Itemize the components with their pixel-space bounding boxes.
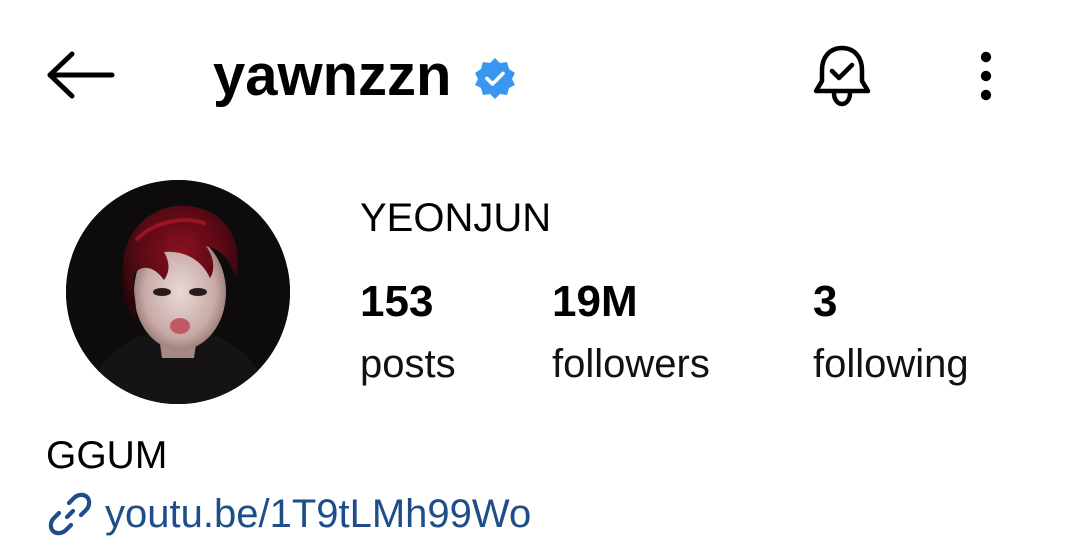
notifications-button[interactable] bbox=[804, 40, 880, 116]
followers-count: 19M bbox=[552, 277, 638, 326]
display-name: YEONJUN bbox=[360, 196, 552, 240]
profile-stats: 153 posts 19M followers 3 following bbox=[360, 277, 1013, 386]
avatar[interactable] bbox=[66, 180, 290, 404]
verified-badge-icon bbox=[474, 57, 516, 99]
bio-link[interactable]: youtu.be/1T9tLMh99Wo bbox=[46, 490, 531, 538]
avatar-photo bbox=[66, 180, 290, 404]
following-label: following bbox=[813, 342, 969, 386]
header-title: yawnzzn bbox=[213, 40, 516, 112]
back-button[interactable] bbox=[40, 44, 122, 110]
stat-posts[interactable]: 153 posts bbox=[360, 277, 552, 386]
bell-check-icon bbox=[810, 43, 874, 114]
stat-followers[interactable]: 19M followers bbox=[552, 277, 813, 386]
stat-following[interactable]: 3 following bbox=[813, 277, 1013, 386]
posts-count: 153 bbox=[360, 277, 434, 326]
following-count: 3 bbox=[813, 277, 838, 326]
followers-label: followers bbox=[552, 342, 710, 386]
link-text: youtu.be/1T9tLMh99Wo bbox=[105, 492, 532, 536]
more-options-button[interactable] bbox=[960, 40, 1012, 116]
more-vertical-icon bbox=[979, 50, 993, 107]
username: yawnzzn bbox=[213, 43, 452, 108]
posts-label: posts bbox=[360, 342, 456, 386]
bio-text: GGUM bbox=[46, 434, 168, 477]
link-icon bbox=[46, 490, 94, 538]
arrow-left-icon bbox=[46, 50, 116, 105]
profile-page: yawnzzn YEONJUN 153 posts 19M followers … bbox=[0, 0, 1080, 554]
